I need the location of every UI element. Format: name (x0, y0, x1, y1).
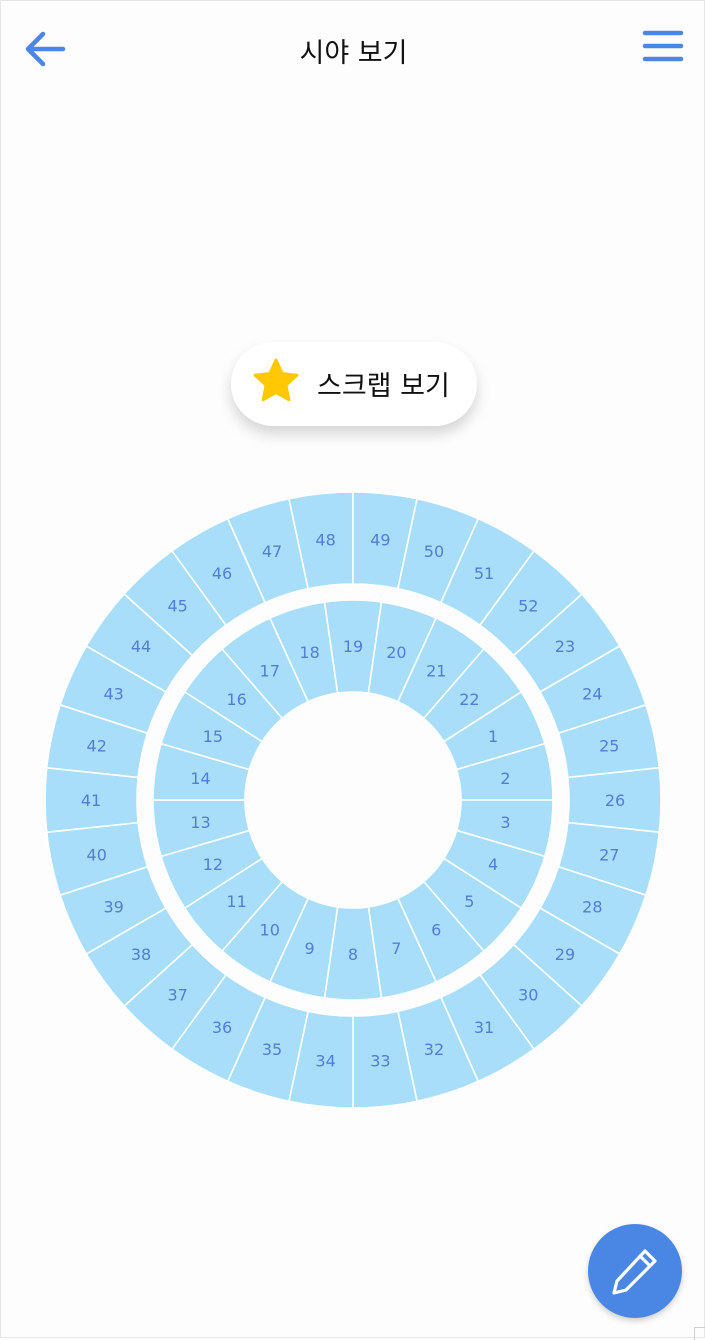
edit-button[interactable] (588, 1224, 682, 1318)
hamburger-menu-icon (642, 30, 684, 62)
seat-section-26[interactable] (566, 766, 662, 834)
scrap-view-button[interactable]: 스크랩 보기 (231, 342, 477, 426)
corner-mark (694, 1327, 705, 1340)
header: 시야 보기 (1, 1, 705, 97)
scrap-view-label: 스크랩 보기 (317, 371, 450, 402)
menu-button[interactable] (639, 25, 687, 69)
seat-map: 123456789101112131415161718 19 20212223242… (44, 491, 662, 1109)
page-title: 시야 보기 (299, 38, 408, 69)
star-icon (253, 358, 299, 402)
app-frame: 시야 보기 스크랩 보기 1 2 3 4 5 6 7 8 9 10 11 12 13 14 15 16 17 18… (0, 0, 705, 1340)
pencil-icon (612, 1249, 657, 1295)
seat-section-41[interactable] (44, 766, 140, 834)
